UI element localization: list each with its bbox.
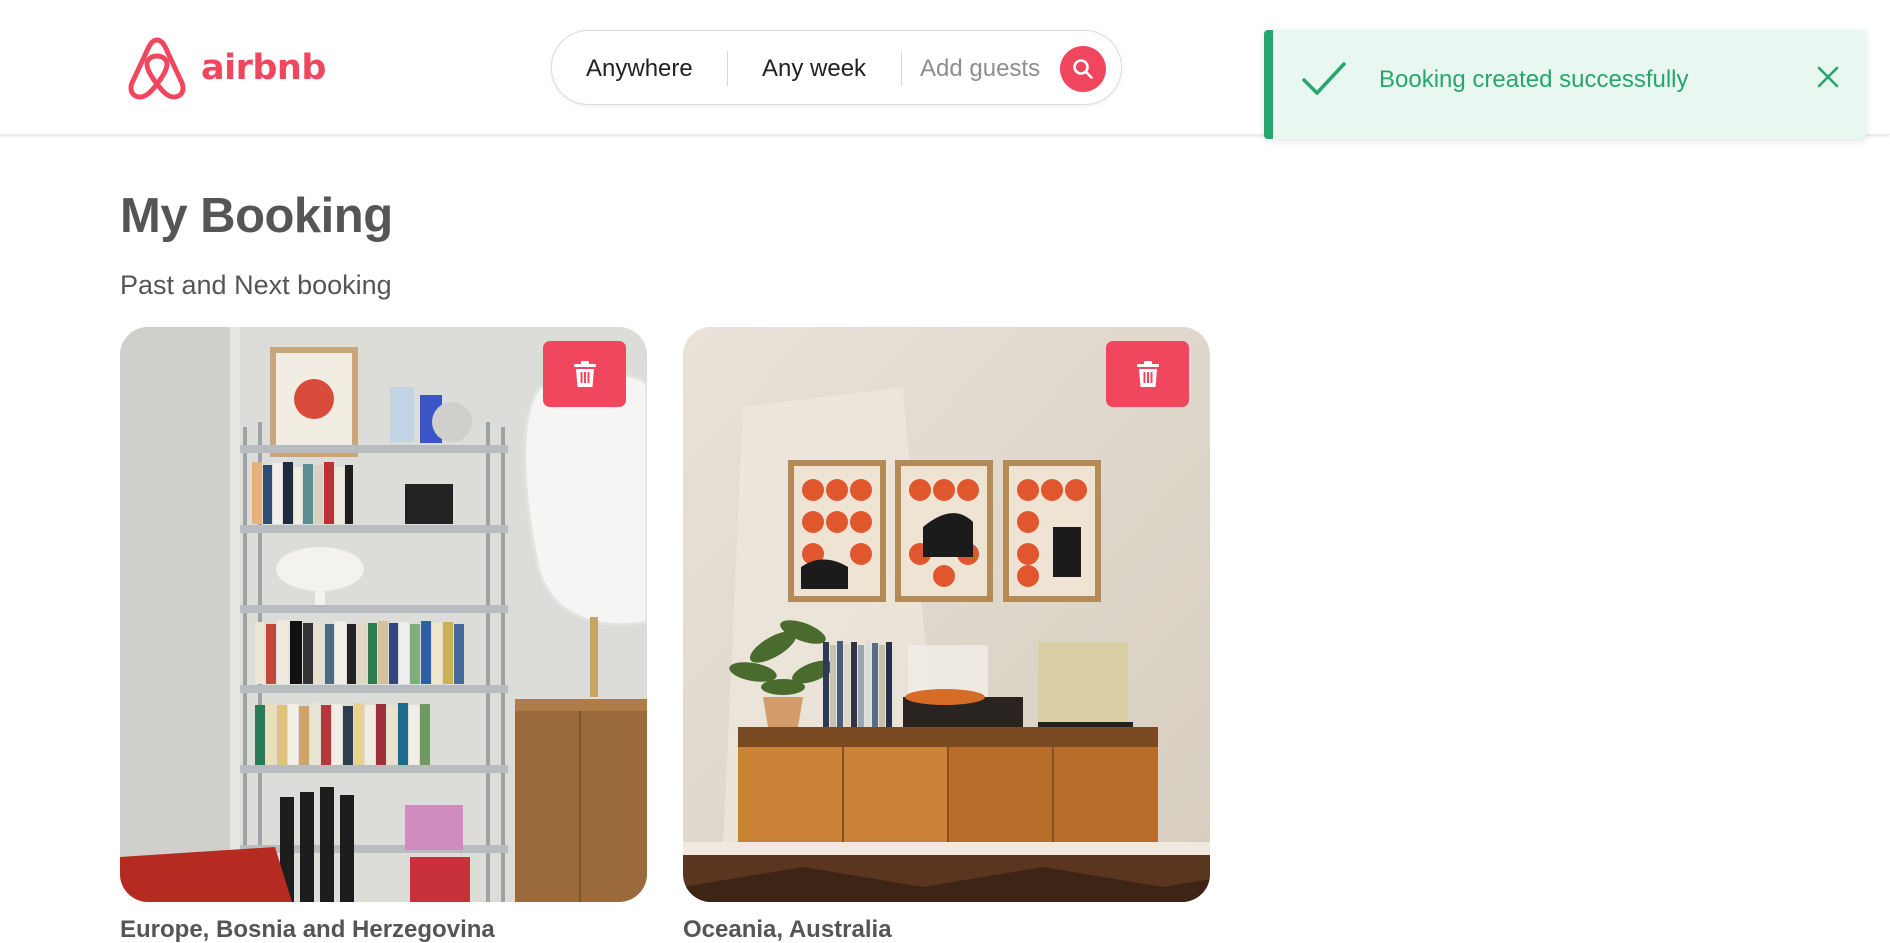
search-guests-button[interactable]: Add guests [920, 31, 1040, 106]
toast-message: Booking created successfully [1379, 66, 1689, 93]
trash-icon [1136, 361, 1159, 387]
page-subtitle: Past and Next booking [120, 270, 392, 300]
delete-booking-button[interactable] [543, 341, 626, 407]
search-button[interactable] [1060, 46, 1106, 92]
booking-location: Oceania, Australia [683, 916, 892, 943]
search-icon [1073, 59, 1093, 79]
search-location-button[interactable]: Anywhere [586, 31, 693, 106]
booking-card: Oceania, Australia [683, 327, 1210, 943]
delete-booking-button[interactable] [1106, 341, 1189, 407]
brand-name: airbnb [201, 48, 326, 88]
search-date-button[interactable]: Any week [762, 31, 866, 106]
booking-location: Europe, Bosnia and Herzegovina [120, 916, 495, 943]
check-icon [1302, 62, 1346, 95]
airbnb-logo[interactable]: airbnb [126, 35, 326, 101]
close-icon[interactable] [1815, 64, 1841, 90]
search-bar[interactable]: Anywhere Any week Add guests [551, 30, 1122, 105]
search-divider [901, 51, 902, 86]
success-toast: Booking created successfully [1264, 30, 1866, 139]
trash-icon [573, 361, 596, 387]
listing-photo-sideboard [683, 327, 1210, 902]
booking-photo[interactable] [683, 327, 1210, 902]
search-divider [727, 51, 728, 86]
airbnb-logo-icon [128, 37, 186, 100]
booking-photo[interactable] [120, 327, 647, 902]
booking-card: Europe, Bosnia and Herzegovina [120, 327, 647, 943]
listing-photo-bookshelf [120, 327, 647, 902]
page-title: My Booking [120, 189, 393, 243]
